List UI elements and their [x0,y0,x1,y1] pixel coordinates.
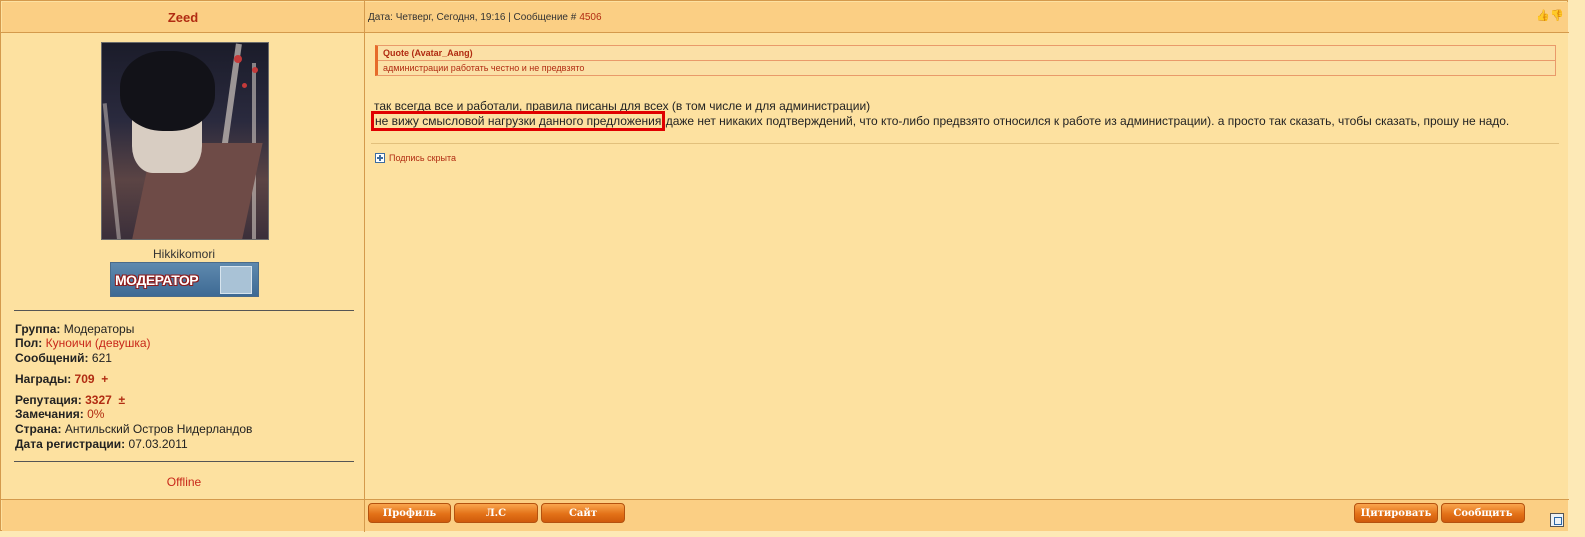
signature-divider [371,143,1559,144]
post-date: Дата: Четверг, Сегодня, 19:16 | Сообщени… [368,11,577,23]
highlighted-phrase: не вижу смысловой нагрузки данного предл… [370,111,666,131]
online-status: Offline [166,475,202,489]
info-reputation: Репутация: 3327 ± [15,393,126,407]
author-footer [2,500,364,531]
signature-toggle[interactable]: Подпись скрыта [375,153,456,163]
rank-badge-text: МОДЕРАТОР [115,272,199,288]
post-line-1: так всегда все и работали, правила писан… [374,99,871,113]
report-button[interactable]: Сообщить [1441,503,1525,523]
author-name[interactable]: Zeed [168,10,198,25]
vote-icons: 👍 👎 [1536,10,1564,23]
message-number-link[interactable]: 4506 [579,12,601,23]
post-footer: Профиль Л.С Сайт Цитировать Сообщить [365,500,1568,531]
awards-link[interactable]: 709 [75,372,95,386]
plus-box-icon[interactable] [375,153,385,163]
quote-button[interactable]: Цитировать [1354,503,1438,523]
author-panel: Hikkikomori МОДЕРАТОР Группа: Модераторы… [2,33,364,499]
row-divider [1,32,1569,33]
info-posts: Сообщений: 621 [15,351,112,365]
user-title: Hikkikomori [152,247,215,261]
rank-badge-emblem [220,266,252,294]
divider [14,461,354,462]
info-warnings: Замечания: 0% [15,407,105,421]
thumbs-up-icon[interactable]: 👍 [1536,10,1550,23]
warnings-link[interactable]: 0% [87,407,104,421]
post-text: так всегда все и работали, правила писан… [370,99,1510,131]
row-divider [1,499,1569,500]
post-line-2: не вижу смысловой нагрузки данного предл… [370,111,1510,131]
info-gender: Пол: Куноичи (девушка) [15,336,151,350]
info-country: Страна: Антильский Остров Нидерландов [15,422,253,436]
avatar [101,42,269,240]
column-divider [364,1,365,532]
divider [14,310,354,311]
website-button[interactable]: Сайт [541,503,625,523]
post-header: Дата: Четверг, Сегодня, 19:16 | Сообщени… [365,2,1568,32]
post-body: Quote (Avatar_Aang) администрации работа… [365,33,1568,499]
post-frame: Zeed Дата: Четверг, Сегодня, 19:16 | Соо… [0,0,1569,532]
quote-block: Quote (Avatar_Aang) администрации работа… [375,45,1556,76]
quote-author: Quote (Avatar_Aang) [378,46,1555,61]
info-registered: Дата регистрации: 07.03.2011 [15,437,188,451]
info-group: Группа: Модераторы [15,322,135,336]
signature-label[interactable]: Подпись скрыта [389,153,456,163]
quote-text: администрации работать честно и не предв… [383,63,585,73]
author-name-cell: Zeed [2,2,364,32]
reputation-link[interactable]: 3327 [85,393,112,407]
rank-badge-image: МОДЕРАТОР [110,262,259,297]
add-award-button[interactable]: + [101,372,108,386]
change-reputation-button[interactable]: ± [118,393,125,407]
page-icon[interactable] [1550,513,1564,527]
private-message-button[interactable]: Л.С [454,503,538,523]
thumbs-down-icon[interactable]: 👎 [1550,10,1564,23]
info-awards: Награды: 709 + [15,372,109,386]
profile-button[interactable]: Профиль [368,503,451,523]
